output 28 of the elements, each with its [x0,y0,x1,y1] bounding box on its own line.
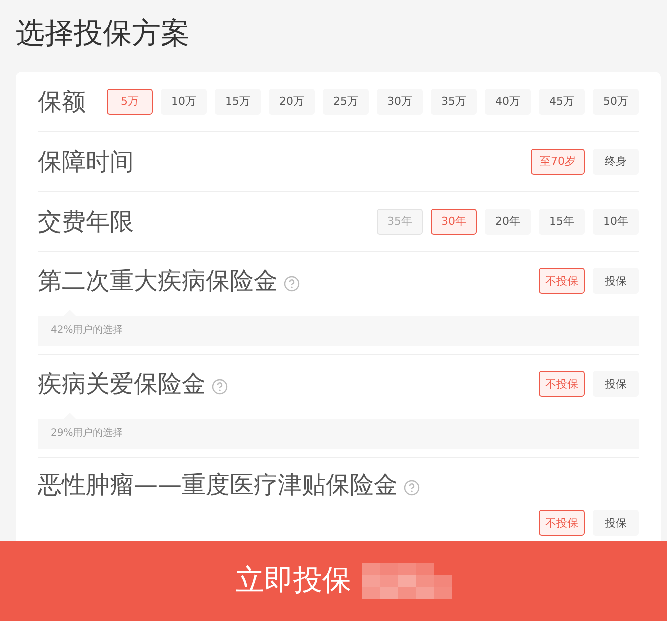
hint-bar: 42%用户的选择 [38,310,639,346]
option-button[interactable]: 20年 [485,208,531,234]
option-button[interactable]: 10万 [161,88,207,114]
option-button[interactable]: 投保 [593,268,639,294]
option-label: 保额 [38,86,86,118]
option-button[interactable]: 25万 [323,88,369,114]
option-label: 保障时间 [38,146,134,178]
option-label: 交费年限 [38,206,134,238]
option-button[interactable]: 45万 [539,88,585,114]
help-icon[interactable] [284,276,300,292]
option-button[interactable]: 10年 [593,208,639,234]
option-label: 疾病关爱保险金 [38,369,206,400]
page-title: 选择投保方案 [15,15,191,52]
option-button[interactable]: 投保 [593,371,639,397]
help-icon[interactable] [212,379,228,395]
option-button[interactable]: 30万 [377,88,423,114]
hint-bar: 29%用户的选择 [38,413,639,449]
option-button[interactable]: 投保 [593,510,639,536]
option-label: 第二次重大疾病保险金 [38,266,278,297]
option-button[interactable]: 终身 [593,148,639,174]
option-button[interactable]: 15年 [539,208,585,234]
option-button[interactable]: 20万 [269,88,315,114]
option-button[interactable]: 50万 [593,88,639,114]
option-label: 恶性肿瘤——重度医疗津贴保险金 [38,470,398,501]
option-button[interactable]: 40万 [485,88,531,114]
help-icon[interactable] [404,480,420,496]
option-button[interactable]: 15万 [215,88,261,114]
option-button[interactable]: 35万 [431,88,477,114]
